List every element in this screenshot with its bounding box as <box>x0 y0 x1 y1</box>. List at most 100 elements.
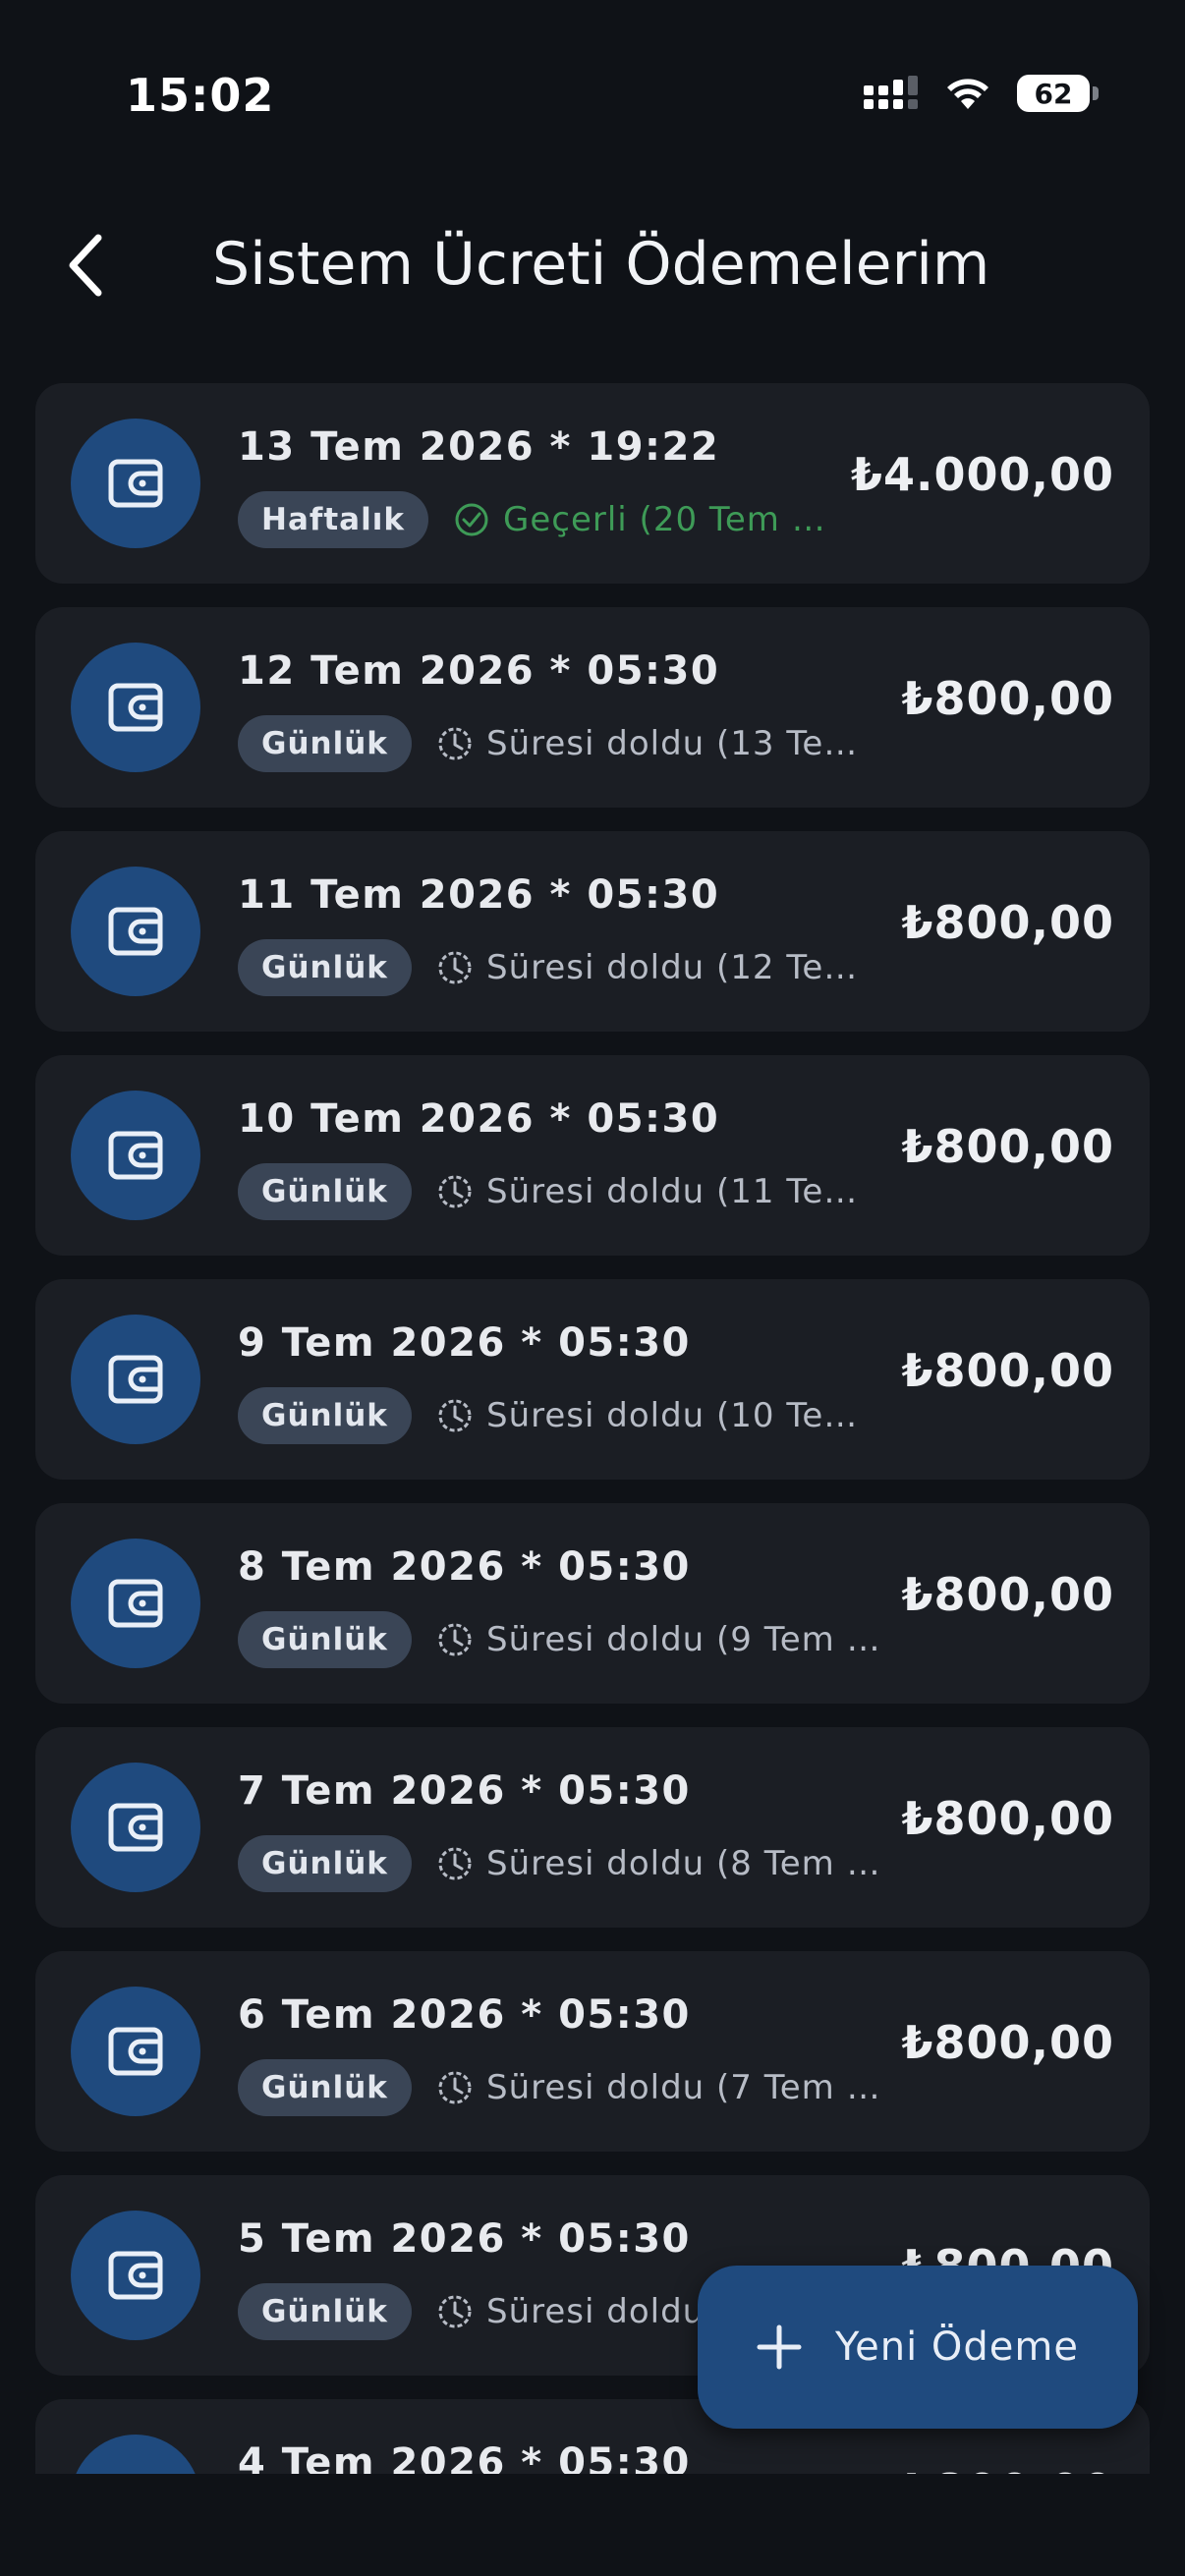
clock-expired-icon <box>438 1623 472 1656</box>
wallet-avatar <box>71 1987 200 2116</box>
wallet-icon <box>108 459 163 508</box>
payment-type-badge: Günlük <box>238 715 412 772</box>
wallet-avatar <box>71 1315 200 1444</box>
payment-card[interactable]: 9 Tem 2026 * 05:30 Günlük Süresi doldu (10… <box>35 1279 1150 1480</box>
status-icon-wrap <box>437 1174 473 1209</box>
wallet-avatar <box>71 419 200 548</box>
payment-card[interactable]: 6 Tem 2026 * 05:30 Günlük Süresi doldu (7 … <box>35 1951 1150 2152</box>
status-icons: 62 <box>864 75 1099 112</box>
payment-amount: ₺4.000,00 <box>851 448 1114 501</box>
new-payment-button[interactable]: Yeni Ödeme <box>698 2266 1138 2429</box>
clock-expired-icon <box>438 727 472 760</box>
payment-date: 6 Tem 2026 * 05:30 <box>238 1992 691 2038</box>
payment-date: 12 Tem 2026 * 05:30 <box>238 648 720 694</box>
payment-status-text: Süresi doldu (9 Tem 2026) <box>486 1620 881 1659</box>
payment-status: Süresi doldu (7 Tem 2026) <box>437 2059 881 2116</box>
battery-icon: 62 <box>1017 75 1099 112</box>
new-payment-label: Yeni Ödeme <box>835 2324 1079 2370</box>
payment-status: Süresi doldu (13 Tem 2026) <box>437 715 881 772</box>
wallet-icon <box>108 907 163 956</box>
payment-status: Süresi doldu (11 Tem 2026) <box>437 1163 881 1220</box>
status-icon-wrap <box>437 1398 473 1433</box>
payment-card[interactable]: 11 Tem 2026 * 05:30 Günlük Süresi doldu (1… <box>35 831 1150 1032</box>
payment-card[interactable]: 12 Tem 2026 * 05:30 Günlük Süresi doldu (1… <box>35 607 1150 808</box>
payment-list[interactable]: 13 Tem 2026 * 19:22 Haftalık Geçerli (20 T… <box>35 383 1150 2474</box>
payment-status-text: Süresi doldu (10 Tem 2026) <box>486 1396 881 1435</box>
payment-status-text: Süresi doldu (7 Tem 2026) <box>486 2068 881 2107</box>
payment-date: 11 Tem 2026 * 05:30 <box>238 872 720 918</box>
chevron-left-icon <box>69 234 102 297</box>
payment-card[interactable]: 8 Tem 2026 * 05:30 Günlük Süresi doldu (9 … <box>35 1503 1150 1704</box>
clock-expired-icon <box>438 1399 472 1432</box>
wallet-icon <box>108 1803 163 1852</box>
status-icon-wrap <box>437 950 473 985</box>
payment-type-badge: Günlük <box>238 1387 412 1444</box>
payment-type-badge: Haftalık <box>238 491 428 548</box>
wallet-avatar <box>71 1539 200 1668</box>
wallet-avatar <box>71 643 200 772</box>
payment-status: Süresi doldu (10 Tem 2026) <box>437 1387 881 1444</box>
payment-status: Geçerli (20 Tem 2026) <box>454 491 831 548</box>
payment-status-text: Süresi doldu (11 Tem 2026) <box>486 1172 881 1211</box>
clock-expired-icon <box>438 951 472 984</box>
wallet-icon <box>108 683 163 732</box>
payment-date: 8 Tem 2026 * 05:30 <box>238 1544 691 1590</box>
payment-status-text: Süresi doldu (12 Tem 2026) <box>486 948 881 987</box>
clock-expired-icon <box>438 2071 472 2104</box>
wallet-avatar <box>71 867 200 996</box>
payment-date: 4 Tem 2026 * 05:30 <box>238 2440 691 2474</box>
cellular-signal-icon <box>864 76 918 109</box>
payment-status-text: Süresi doldu (8 Tem 2026) <box>486 1844 881 1883</box>
payment-card[interactable]: 10 Tem 2026 * 05:30 Günlük Süresi doldu (1… <box>35 1055 1150 1256</box>
check-circle-icon <box>455 503 488 536</box>
payment-date: 13 Tem 2026 * 19:22 <box>238 424 720 470</box>
payment-amount: ₺800,00 <box>901 896 1114 949</box>
wallet-avatar <box>71 1091 200 1220</box>
battery-level: 62 <box>1017 75 1090 112</box>
payment-status: Süresi doldu (8 Tem 2026) <box>437 1835 881 1892</box>
plus-icon <box>757 2324 802 2370</box>
payment-amount: ₺800,00 <box>901 1568 1114 1621</box>
payment-date: 7 Tem 2026 * 05:30 <box>238 1768 691 1814</box>
payment-card[interactable]: 7 Tem 2026 * 05:30 Günlük Süresi doldu (8 … <box>35 1727 1150 1928</box>
wallet-avatar <box>71 2435 200 2474</box>
payment-type-badge: Günlük <box>238 939 412 996</box>
payment-type-badge: Günlük <box>238 1163 412 1220</box>
clock-expired-icon <box>438 1175 472 1208</box>
payment-amount: ₺800,00 <box>901 672 1114 725</box>
battery-tip <box>1093 86 1099 100</box>
wallet-icon <box>108 2251 163 2300</box>
payment-amount: ₺800,00 <box>901 1792 1114 1845</box>
payment-card[interactable]: 13 Tem 2026 * 19:22 Haftalık Geçerli (20 T… <box>35 383 1150 584</box>
status-icon-wrap <box>437 726 473 761</box>
status-icon-wrap <box>437 1622 473 1657</box>
payment-status-text: Geçerli (20 Tem 2026) <box>503 500 831 539</box>
payment-type-badge: Günlük <box>238 2059 412 2116</box>
back-button[interactable] <box>55 226 114 305</box>
status-icon-wrap <box>437 2294 473 2329</box>
payment-amount: ₺800,00 <box>901 2464 1114 2474</box>
payment-amount: ₺800,00 <box>901 2016 1114 2069</box>
page-title: Sistem Ücreti Ödemelerim <box>212 230 990 299</box>
payment-amount: ₺800,00 <box>901 1120 1114 1173</box>
payment-amount: ₺800,00 <box>901 1344 1114 1397</box>
status-icon-wrap <box>437 2070 473 2105</box>
payment-date: 9 Tem 2026 * 05:30 <box>238 1320 691 1366</box>
payment-status-text: Süresi doldu (13 Tem 2026) <box>486 724 881 763</box>
wallet-icon <box>108 2027 163 2076</box>
wallet-avatar <box>71 2211 200 2340</box>
payment-type-badge: Günlük <box>238 2283 412 2340</box>
wallet-icon <box>108 1355 163 1404</box>
status-icon-wrap <box>454 502 489 537</box>
payment-type-badge: Günlük <box>238 1835 412 1892</box>
payment-status: Süresi doldu (12 Tem 2026) <box>437 939 881 996</box>
status-time: 15:02 <box>126 69 275 122</box>
wallet-icon <box>108 1579 163 1628</box>
header: Sistem Ücreti Ödemelerim <box>0 187 1185 344</box>
payment-type-badge: Günlük <box>238 1611 412 1668</box>
status-bar: 15:02 62 <box>0 0 1185 187</box>
payment-date: 5 Tem 2026 * 05:30 <box>238 2216 691 2262</box>
payment-date: 10 Tem 2026 * 05:30 <box>238 1096 720 1142</box>
wifi-icon <box>947 79 988 109</box>
wallet-avatar <box>71 1763 200 1892</box>
